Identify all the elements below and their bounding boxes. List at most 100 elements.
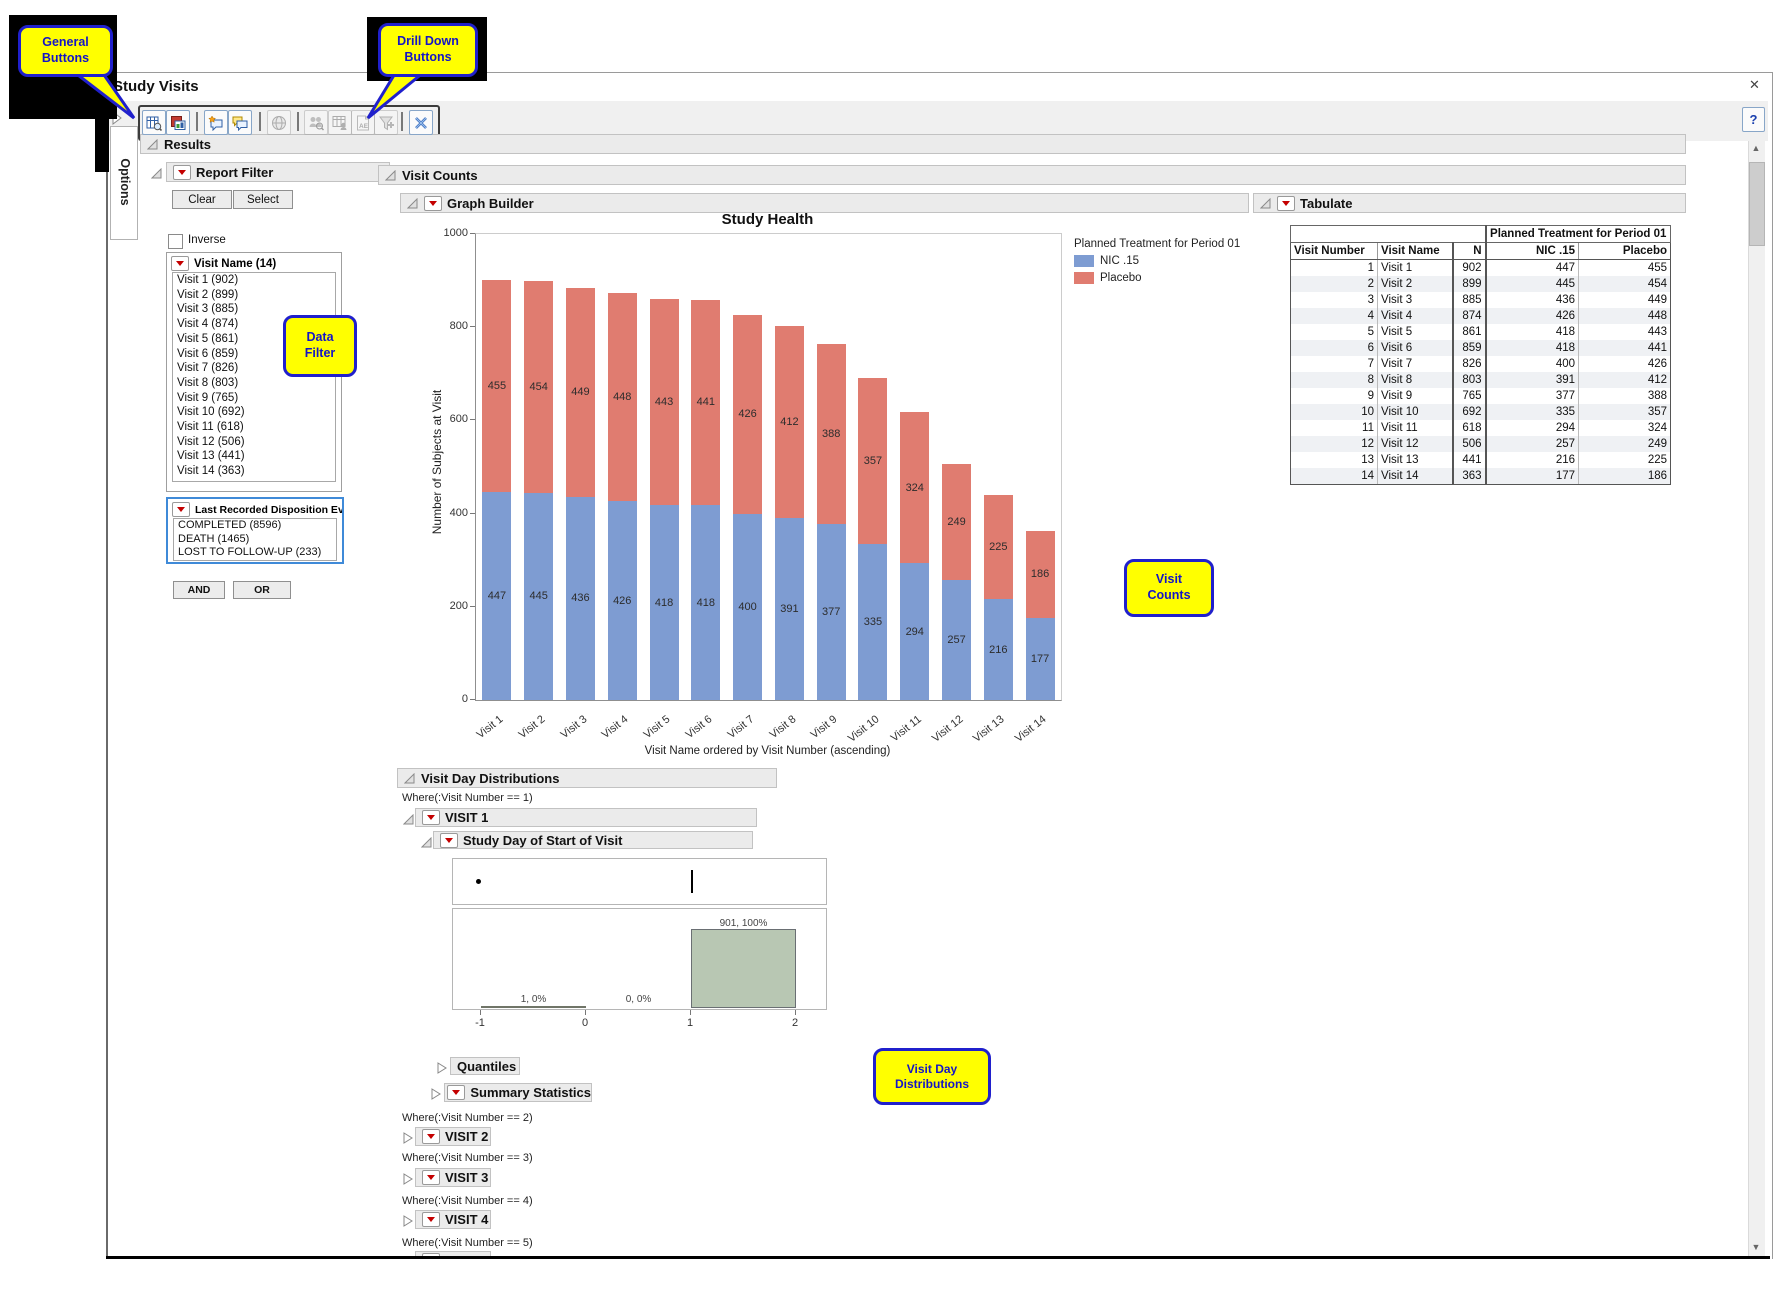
visit-name-list: Visit 1 (902) Visit 2 (899) Visit 3 (885) V… (172, 272, 336, 482)
visit-2-outline-bar[interactable]: VISIT 2 (415, 1127, 491, 1146)
and-button[interactable]: AND (173, 581, 225, 599)
histogram-bar[interactable] (481, 1005, 586, 1008)
report-filter-outline-bar[interactable]: Report Filter (166, 162, 390, 182)
disclosure-open-icon[interactable] (404, 772, 415, 784)
table-cell: 426 (1485, 308, 1579, 324)
study-day-menu-icon[interactable] (440, 832, 458, 848)
disposition-menu-icon[interactable] (172, 502, 190, 517)
filter-list-item[interactable]: Visit 1 (902) (173, 273, 335, 288)
legend-entry: NIC .15 (1074, 255, 1240, 267)
y-tick-mark (470, 699, 475, 700)
results-outline-bar[interactable]: Results (140, 134, 1686, 154)
filter-list-item[interactable]: Visit 8 (803) (173, 376, 335, 391)
scrollbar-thumb[interactable] (1749, 162, 1765, 246)
outlier-boxplot-panel (452, 858, 827, 905)
graph-builder-header-label: Graph Builder (447, 195, 534, 211)
visit-2-menu-icon[interactable] (422, 1129, 440, 1144)
report-view-icon[interactable] (142, 110, 166, 135)
table-cell: 445 (1485, 276, 1579, 292)
visit-4-header-label: VISIT 4 (445, 1212, 489, 1227)
disclosure-open-icon[interactable] (407, 197, 418, 209)
table-cell: 902 (1452, 259, 1487, 276)
disclosure-open-icon[interactable] (385, 169, 396, 181)
filter-list-item[interactable]: Visit 9 (765) (173, 391, 335, 406)
table-cell: 3 (1290, 292, 1378, 308)
visit-3-outline-bar[interactable]: VISIT 3 (415, 1168, 491, 1187)
report-filter-menu-icon[interactable] (173, 164, 191, 180)
select-button[interactable]: Select (233, 190, 293, 209)
save-image-icon[interactable] (166, 110, 190, 135)
disclosure-open-icon[interactable] (150, 166, 162, 184)
visit-1-menu-icon[interactable] (422, 810, 440, 825)
add-note-icon[interactable] (204, 110, 228, 135)
table-cell: 14 (1290, 468, 1378, 485)
filter-list-item[interactable]: DEATH (1465) (174, 533, 336, 547)
table-cell: 377 (1485, 388, 1579, 404)
table-column-header: Visit Name (1377, 242, 1454, 260)
summary-statistics-outline-bar[interactable]: Summary Statistics (444, 1083, 592, 1102)
disclosure-closed-icon[interactable] (403, 1131, 413, 1149)
window-bottom-border (106, 1256, 1770, 1259)
inverse-checkbox[interactable] (168, 234, 183, 249)
study-day-outline-bar[interactable]: Study Day of Start of Visit (433, 831, 753, 849)
visit-1-header-label: VISIT 1 (445, 810, 489, 825)
table-row: 1 Visit 1 902 447 455 (1290, 259, 1671, 276)
or-button[interactable]: OR (233, 581, 291, 599)
y-tick-mark (470, 419, 475, 421)
visit-counts-outline-bar[interactable]: Visit Counts (378, 165, 1686, 185)
tabulate-menu-icon[interactable] (1277, 195, 1295, 211)
x-axis-title: Visit Name ordered by Visit Number (asce… (644, 745, 891, 757)
disclosure-closed-icon[interactable] (403, 1172, 413, 1190)
study-day-header-label: Study Day of Start of Visit (463, 832, 623, 848)
tabulate-outline-bar[interactable]: Tabulate (1253, 193, 1686, 213)
disclosure-closed-icon[interactable] (437, 1061, 447, 1079)
disclosure-closed-icon[interactable] (403, 1214, 413, 1232)
help-button[interactable]: ? (1742, 107, 1765, 132)
table-cell: Visit 7 (1377, 356, 1454, 372)
vertical-scrollbar[interactable] (1748, 141, 1765, 1256)
histogram-bar[interactable] (691, 929, 796, 1008)
table-cell: 4 (1290, 308, 1378, 324)
filter-list-item[interactable]: Visit 13 (441) (173, 449, 335, 464)
table-row: 11 Visit 11 618 294 324 (1290, 420, 1671, 436)
table-cell: 618 (1452, 420, 1487, 436)
filter-list-item[interactable]: Visit 11 (618) (173, 420, 335, 435)
filter-list-item[interactable]: Visit 14 (363) (173, 464, 335, 479)
visit-4-outline-bar[interactable]: VISIT 4 (415, 1210, 491, 1229)
filter-list-item[interactable]: Visit 12 (506) (173, 435, 335, 450)
table-cell: 418 (1485, 324, 1579, 340)
disclosure-open-icon[interactable] (147, 138, 158, 150)
view-notes-icon[interactable] (228, 110, 252, 135)
quantiles-outline-bar[interactable]: Quantiles (450, 1057, 520, 1075)
table-cell: 506 (1452, 436, 1487, 452)
graph-builder-menu-icon[interactable] (424, 195, 442, 211)
clear-button[interactable]: Clear (172, 190, 232, 209)
toolbar-separator (259, 112, 261, 131)
scroll-up-icon[interactable]: ▲ (1750, 143, 1762, 153)
options-panel-tab[interactable]: Options (110, 126, 138, 240)
visit-day-outline-bar[interactable]: Visit Day Distributions (397, 768, 777, 788)
bar-value-label: 449 (571, 386, 590, 399)
disclosure-open-icon[interactable] (420, 835, 432, 853)
table-cell: 692 (1452, 404, 1487, 420)
filter-list-item[interactable]: COMPLETED (8596) (174, 519, 336, 533)
visit-4-menu-icon[interactable] (422, 1212, 440, 1227)
filter-list-item[interactable]: LOST TO FOLLOW-UP (233) (174, 546, 336, 560)
graph-builder-outline-bar[interactable]: Graph Builder (400, 193, 1249, 213)
table-column-header: NIC .15 (1485, 242, 1579, 260)
close-window-icon[interactable]: ✕ (1749, 77, 1760, 93)
disclosure-open-icon[interactable] (1260, 197, 1271, 209)
table-row: 3 Visit 3 885 436 449 (1290, 292, 1671, 308)
visit-day-callout: Visit Day Distributions (873, 1048, 991, 1105)
summary-statistics-menu-icon[interactable] (447, 1085, 466, 1100)
bar-value-label: 400 (738, 600, 757, 613)
visit-3-menu-icon[interactable] (422, 1170, 440, 1185)
filter-list-item[interactable]: Visit 2 (899) (173, 288, 335, 303)
table-cell: Visit 10 (1377, 404, 1454, 420)
disclosure-open-icon[interactable] (402, 812, 414, 830)
visit-name-menu-icon[interactable] (171, 256, 189, 271)
disclosure-closed-icon[interactable] (431, 1087, 441, 1105)
filter-list-item[interactable]: Visit 10 (692) (173, 405, 335, 420)
scroll-down-icon[interactable]: ▼ (1750, 1242, 1762, 1252)
visit-1-outline-bar[interactable]: VISIT 1 (415, 808, 757, 827)
